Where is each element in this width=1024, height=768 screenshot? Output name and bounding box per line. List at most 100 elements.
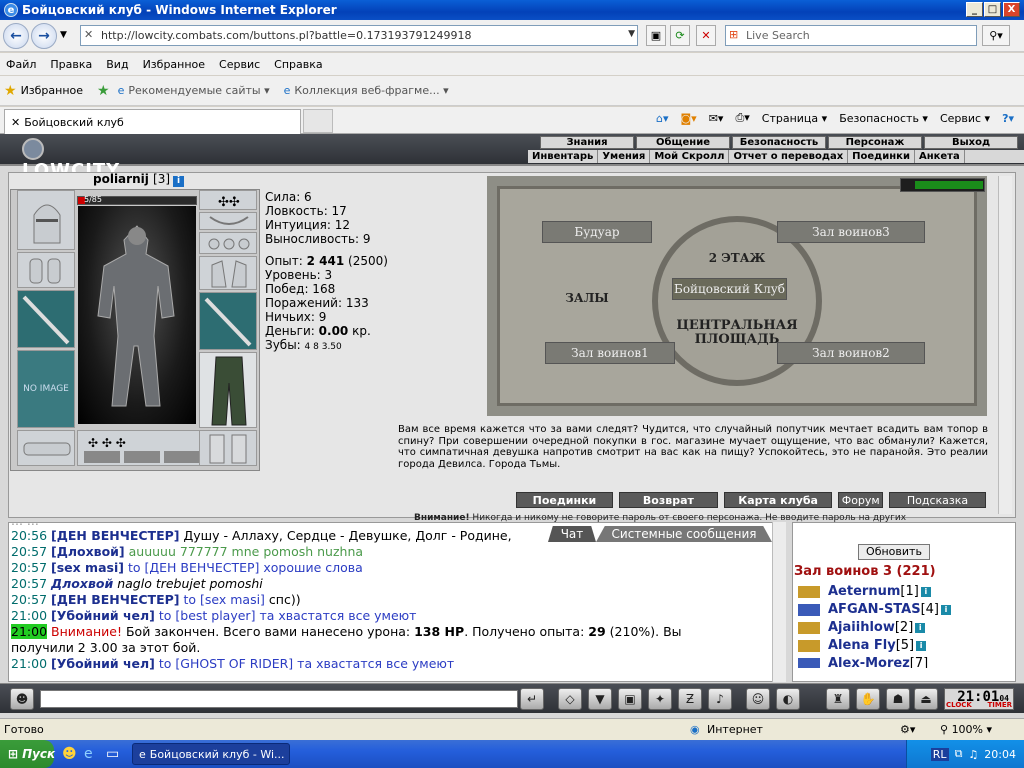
refresh-button[interactable]: Обновить bbox=[858, 544, 930, 560]
tab-system-messages[interactable]: Системные сообщения bbox=[596, 526, 772, 542]
map-boudoir-button[interactable]: Будуар bbox=[542, 221, 652, 243]
user-list-item[interactable]: Alena Fly[5] i bbox=[798, 638, 927, 653]
map-halls-label[interactable]: ЗАЛЫ bbox=[547, 291, 627, 305]
chat-speaker-icon[interactable]: ☻ bbox=[10, 688, 34, 710]
map-central-label[interactable]: ЦЕНТРАЛЬНАЯ bbox=[672, 318, 802, 333]
start-button[interactable]: ⊞ Пуск bbox=[0, 740, 55, 768]
address-dropdown-icon[interactable]: ▼ bbox=[628, 29, 635, 39]
translit-icon[interactable]: Ƶ bbox=[678, 688, 702, 710]
tab-fight-club[interactable]: ✕ Бойцовский клуб bbox=[4, 109, 301, 134]
new-tab-button[interactable] bbox=[303, 109, 333, 133]
necklace-slot[interactable] bbox=[199, 212, 257, 230]
subnav-battles[interactable]: Поединки bbox=[848, 150, 915, 163]
add-favorite-icon[interactable]: ★ bbox=[97, 83, 110, 99]
helmet-chat-icon[interactable]: ◐ bbox=[776, 688, 800, 710]
info-icon[interactable]: i bbox=[915, 622, 926, 633]
search-button-icon[interactable]: ⚲▾ bbox=[982, 25, 1010, 46]
home-icon[interactable]: ⌂▾ bbox=[656, 112, 669, 125]
weapon-slot-left[interactable] bbox=[17, 290, 75, 348]
refresh-icon[interactable]: ⟳ bbox=[670, 25, 690, 46]
zoom-level[interactable]: ⚲ 100% ▾ bbox=[940, 723, 992, 736]
club-map-button[interactable]: Карта клуба bbox=[723, 492, 833, 508]
empty-slot[interactable]: NO IMAGE bbox=[17, 350, 75, 428]
taskbar-ie-window[interactable]: e Бойцовский клуб - Wi... bbox=[132, 743, 290, 765]
close-button[interactable]: X bbox=[1003, 2, 1020, 17]
subnav-transfer-report[interactable]: Отчет о переводах bbox=[729, 150, 849, 163]
info-icon[interactable]: i bbox=[941, 604, 952, 615]
menu-favorites[interactable]: Избранное bbox=[143, 58, 205, 71]
belt-slot[interactable] bbox=[17, 430, 75, 466]
hand-icon[interactable]: ✋ bbox=[856, 688, 880, 710]
user-list-item[interactable]: Aeternum[1] i bbox=[798, 584, 931, 599]
map-hall1-button[interactable]: Зал воинов1 bbox=[545, 342, 675, 364]
language-indicator[interactable]: RL bbox=[930, 747, 949, 761]
pants-slot[interactable] bbox=[199, 352, 257, 428]
tools-menu[interactable]: Сервис ▾ bbox=[940, 112, 990, 125]
show-desktop-icon[interactable]: ▭ bbox=[106, 746, 119, 762]
menu-file[interactable]: Файл bbox=[6, 58, 36, 71]
subnav-skills[interactable]: Умения bbox=[598, 150, 651, 163]
user-list-item[interactable]: AFGAN-STAS[4] i bbox=[798, 602, 952, 617]
forward-button[interactable]: → bbox=[31, 23, 57, 49]
weapon-slot-right[interactable] bbox=[199, 292, 257, 350]
menu-edit[interactable]: Правка bbox=[50, 58, 92, 71]
minimize-button[interactable]: _ bbox=[966, 2, 983, 17]
friends-icon[interactable]: ☗ bbox=[886, 688, 910, 710]
nav-exit[interactable]: Выход bbox=[924, 136, 1018, 149]
map-floor2-label[interactable]: 2 ЭТАЖ bbox=[687, 251, 787, 265]
suggested-sites-link[interactable]: e Рекомендуемые сайты ▾ bbox=[118, 84, 270, 97]
info-icon[interactable]: i bbox=[920, 586, 931, 597]
back-button[interactable]: ← bbox=[3, 23, 29, 49]
tab-chat[interactable]: Чат bbox=[548, 526, 596, 542]
feeds-icon[interactable]: ◙▾ bbox=[681, 112, 697, 125]
compat-view-icon[interactable]: ▣ bbox=[646, 25, 666, 46]
network-icon[interactable]: ⧉ bbox=[955, 747, 963, 761]
info-icon[interactable]: i bbox=[916, 640, 927, 651]
nav-character[interactable]: Персонаж bbox=[828, 136, 922, 149]
stop-icon[interactable]: ✕ bbox=[696, 25, 716, 46]
mail-icon[interactable]: ✉▾ bbox=[709, 112, 724, 125]
chat-input[interactable] bbox=[40, 690, 518, 708]
character-avatar[interactable] bbox=[78, 206, 196, 424]
bracers-slot[interactable] bbox=[17, 252, 75, 288]
web-slice-gallery-link[interactable]: e Коллекция веб-фрагме... ▾ bbox=[284, 84, 449, 97]
page-menu[interactable]: Страница ▾ bbox=[762, 112, 827, 125]
gloves-slot[interactable] bbox=[199, 256, 257, 290]
info-icon[interactable]: i bbox=[173, 176, 185, 187]
chat-scrollbar[interactable] bbox=[772, 522, 786, 682]
menu-view[interactable]: Вид bbox=[106, 58, 128, 71]
nav-knowledge[interactable]: Знания bbox=[540, 136, 634, 149]
earrings-slot[interactable] bbox=[199, 232, 257, 254]
print-icon[interactable]: ⎙▾ bbox=[735, 111, 749, 125]
character-name[interactable]: poliarnij [3] i bbox=[93, 172, 185, 187]
subnav-inventory[interactable]: Инвентарь bbox=[528, 150, 599, 163]
user-list-item[interactable]: Ajaiihlow[2] i bbox=[798, 620, 926, 635]
help-icon[interactable]: ?▾ bbox=[1002, 112, 1014, 125]
favorites-button[interactable]: ★ Избранное bbox=[4, 83, 83, 99]
rings-slot[interactable]: ✣ ✣ ✣ bbox=[77, 430, 207, 466]
save-icon[interactable]: ▣ bbox=[618, 688, 642, 710]
battles-button[interactable]: Поединки bbox=[516, 492, 613, 508]
subnav-my-scroll[interactable]: Мой Скролл bbox=[650, 150, 730, 163]
subnav-profile[interactable]: Анкета bbox=[915, 150, 965, 163]
exit-door-icon[interactable]: ⏏ bbox=[914, 688, 938, 710]
filter-icon[interactable]: ▼ bbox=[588, 688, 612, 710]
ie-quicklaunch-icon[interactable]: e bbox=[84, 746, 93, 762]
safety-menu[interactable]: Безопасность ▾ bbox=[839, 112, 928, 125]
hint-button[interactable]: Подсказка bbox=[889, 492, 986, 508]
address-bar[interactable]: ✕ http://lowcity.combats.com/buttons.pl?… bbox=[80, 25, 638, 46]
forum-button[interactable]: Форум bbox=[838, 492, 884, 508]
money-bag-icon[interactable]: ♜ bbox=[826, 688, 850, 710]
send-icon[interactable]: ↵ bbox=[520, 688, 544, 710]
nav-communication[interactable]: Общение bbox=[636, 136, 730, 149]
helmet-slot[interactable] bbox=[17, 190, 75, 250]
map-hall3-button[interactable]: Зал воинов3 bbox=[777, 221, 925, 243]
smiley-icon[interactable]: ☺ bbox=[746, 688, 770, 710]
search-input[interactable]: ⊞ Live Search bbox=[725, 25, 977, 46]
eraser-icon[interactable]: ◇ bbox=[558, 688, 582, 710]
return-button[interactable]: Возврат bbox=[618, 492, 718, 508]
menu-tools[interactable]: Сервис bbox=[219, 58, 260, 71]
maximize-button[interactable]: □ bbox=[984, 2, 1001, 17]
nav-security[interactable]: Безопасность bbox=[732, 136, 826, 149]
amulet-slot[interactable]: ✣✣ bbox=[199, 190, 257, 210]
